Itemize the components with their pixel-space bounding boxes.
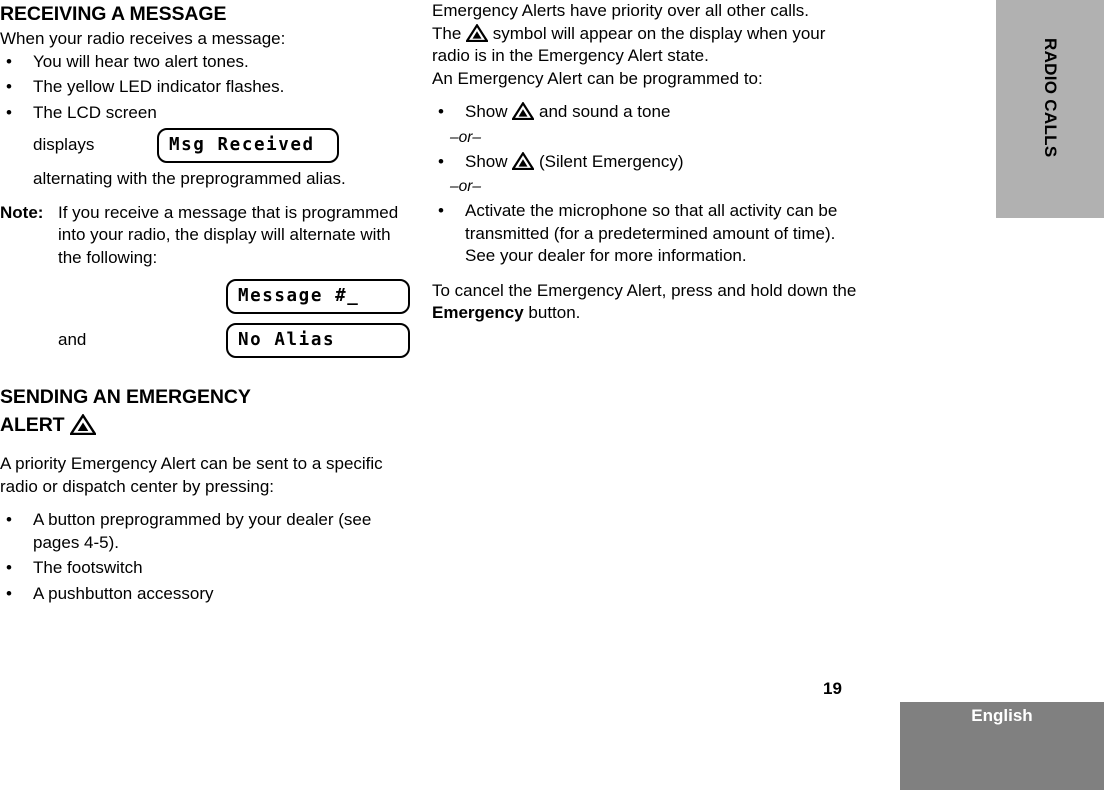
emergency-triangle-icon (465, 22, 490, 42)
list-item-label-post: (Silent Emergency) (539, 151, 684, 171)
intro-paragraph: When your radio receives a message: (0, 29, 286, 48)
list-item-label: You will hear two alert tones. (33, 51, 249, 71)
page-number: 19 (823, 679, 842, 698)
cancel-emergency-post: button. (528, 303, 581, 322)
list-item-label: Activate the microphone so that all acti… (465, 201, 838, 265)
list-item: • Show (Silent Emergency) (432, 150, 857, 174)
lcd-display-message-number: Message #_ (226, 279, 410, 314)
alternating-text: alternating with the preprogrammed alias… (33, 169, 346, 188)
bullet-dot-icon: • (6, 558, 12, 577)
list-item: • A button preprogrammed by your dealer … (0, 509, 412, 554)
and-label: and (58, 330, 87, 350)
list-item-label: A pushbutton accessory (33, 583, 214, 603)
cancel-emergency-paragraph: To cancel the Emergency Alert, press and… (432, 280, 857, 325)
bullet-dot-icon: • (6, 510, 12, 529)
bullet-dot-icon: • (6, 77, 12, 96)
note-block: Note: If you receive a message that is p… (0, 202, 412, 270)
cancel-emergency-pre: To cancel the Emergency Alert, press and… (432, 280, 857, 300)
receiving-message-bullet-list: • You will hear two alert tones. • The y… (0, 51, 412, 125)
section-title-line-2: ALERT (0, 414, 65, 436)
or-separator: –or– (450, 128, 482, 146)
or-separator: –or– (450, 178, 482, 195)
lcd-display-message-number-row: Message #_ (0, 279, 412, 314)
bullet-dot-icon: • (6, 51, 12, 71)
emergency-programmed-paragraph: An Emergency Alert can be programmed to: (432, 68, 763, 88)
section-title-line-1: SENDING AN EMERGENCY (0, 386, 251, 408)
left-column: RECEIVING A MESSAGE When your radio rece… (0, 0, 412, 608)
emergency-symbol-paragraph-pre: The (432, 23, 462, 43)
section-title-receiving-a-message: RECEIVING A MESSAGE (0, 3, 227, 25)
list-item-label: The LCD screen (33, 102, 157, 122)
bullet-dot-icon: • (438, 151, 444, 171)
emergency-options-bullet-list-2: • Show (Silent Emergency) (432, 150, 857, 174)
right-column: Emergency Alerts have priority over all … (432, 0, 857, 325)
emergency-triangle-icon (68, 413, 98, 436)
list-item: • The yellow LED indicator flashes. (0, 76, 412, 99)
language-label: English (971, 706, 1033, 725)
list-item-label: The yellow LED indicator flashes. (33, 77, 285, 96)
bullet-dot-icon: • (438, 201, 444, 220)
emergency-send-bullet-list: • A button preprogrammed by your dealer … (0, 509, 412, 605)
language-block: English (900, 702, 1104, 790)
list-item: • Show and sound a tone (432, 101, 857, 124)
bullet-dot-icon: • (6, 102, 12, 122)
list-item: • A pushbutton accessory (0, 583, 412, 606)
list-item: • The footswitch (0, 557, 412, 580)
chapter-side-tab: RADIO CALLS (996, 0, 1104, 218)
emergency-intro-paragraph: A priority Emergency Alert can be sent t… (0, 454, 383, 496)
bullet-dot-icon: • (6, 583, 12, 603)
list-item-label-post: and sound a tone (539, 102, 671, 121)
note-body-text: If you receive a message that is program… (58, 202, 399, 267)
manual-page: RECEIVING A MESSAGE When your radio rece… (0, 0, 1104, 790)
list-item-label-pre: Show (465, 151, 508, 171)
chapter-side-tab-label: RADIO CALLS (1041, 38, 1060, 158)
emergency-priority-paragraph: Emergency Alerts have priority over all … (432, 1, 809, 20)
list-item: • The LCD screen (0, 102, 412, 125)
emergency-options-bullet-list: • Show and sound a tone (432, 101, 857, 124)
emergency-symbol-paragraph-post: symbol will appear on the display when y… (432, 23, 826, 66)
displays-lcd-row: displays Msg Received (33, 127, 412, 163)
displays-label: displays (33, 134, 95, 154)
note-label: Note: (0, 202, 44, 222)
list-item-label: The footswitch (33, 558, 143, 577)
and-lcd-no-alias-row: and No Alias (0, 323, 412, 358)
bullet-dot-icon: • (438, 102, 444, 121)
emergency-button-name: Emergency (432, 303, 524, 322)
emergency-triangle-icon (511, 150, 536, 170)
emergency-triangle-icon (511, 101, 536, 121)
list-item: • You will hear two alert tones. (0, 51, 412, 74)
emergency-options-bullet-list-3: • Activate the microphone so that all ac… (432, 200, 857, 268)
lcd-display-msg-received: Msg Received (157, 127, 339, 163)
lcd-display-no-alias: No Alias (226, 323, 410, 358)
list-item-label-pre: Show (465, 102, 508, 121)
list-item-label: A button preprogrammed by your dealer (s… (33, 510, 372, 552)
emergency-symbol-paragraph: The symbol will appear on the display wh… (432, 22, 857, 68)
list-item: • Activate the microphone so that all ac… (432, 200, 857, 268)
section-title-sending-an-emergency-alert: SENDING AN EMERGENCY ALERT (0, 383, 412, 439)
